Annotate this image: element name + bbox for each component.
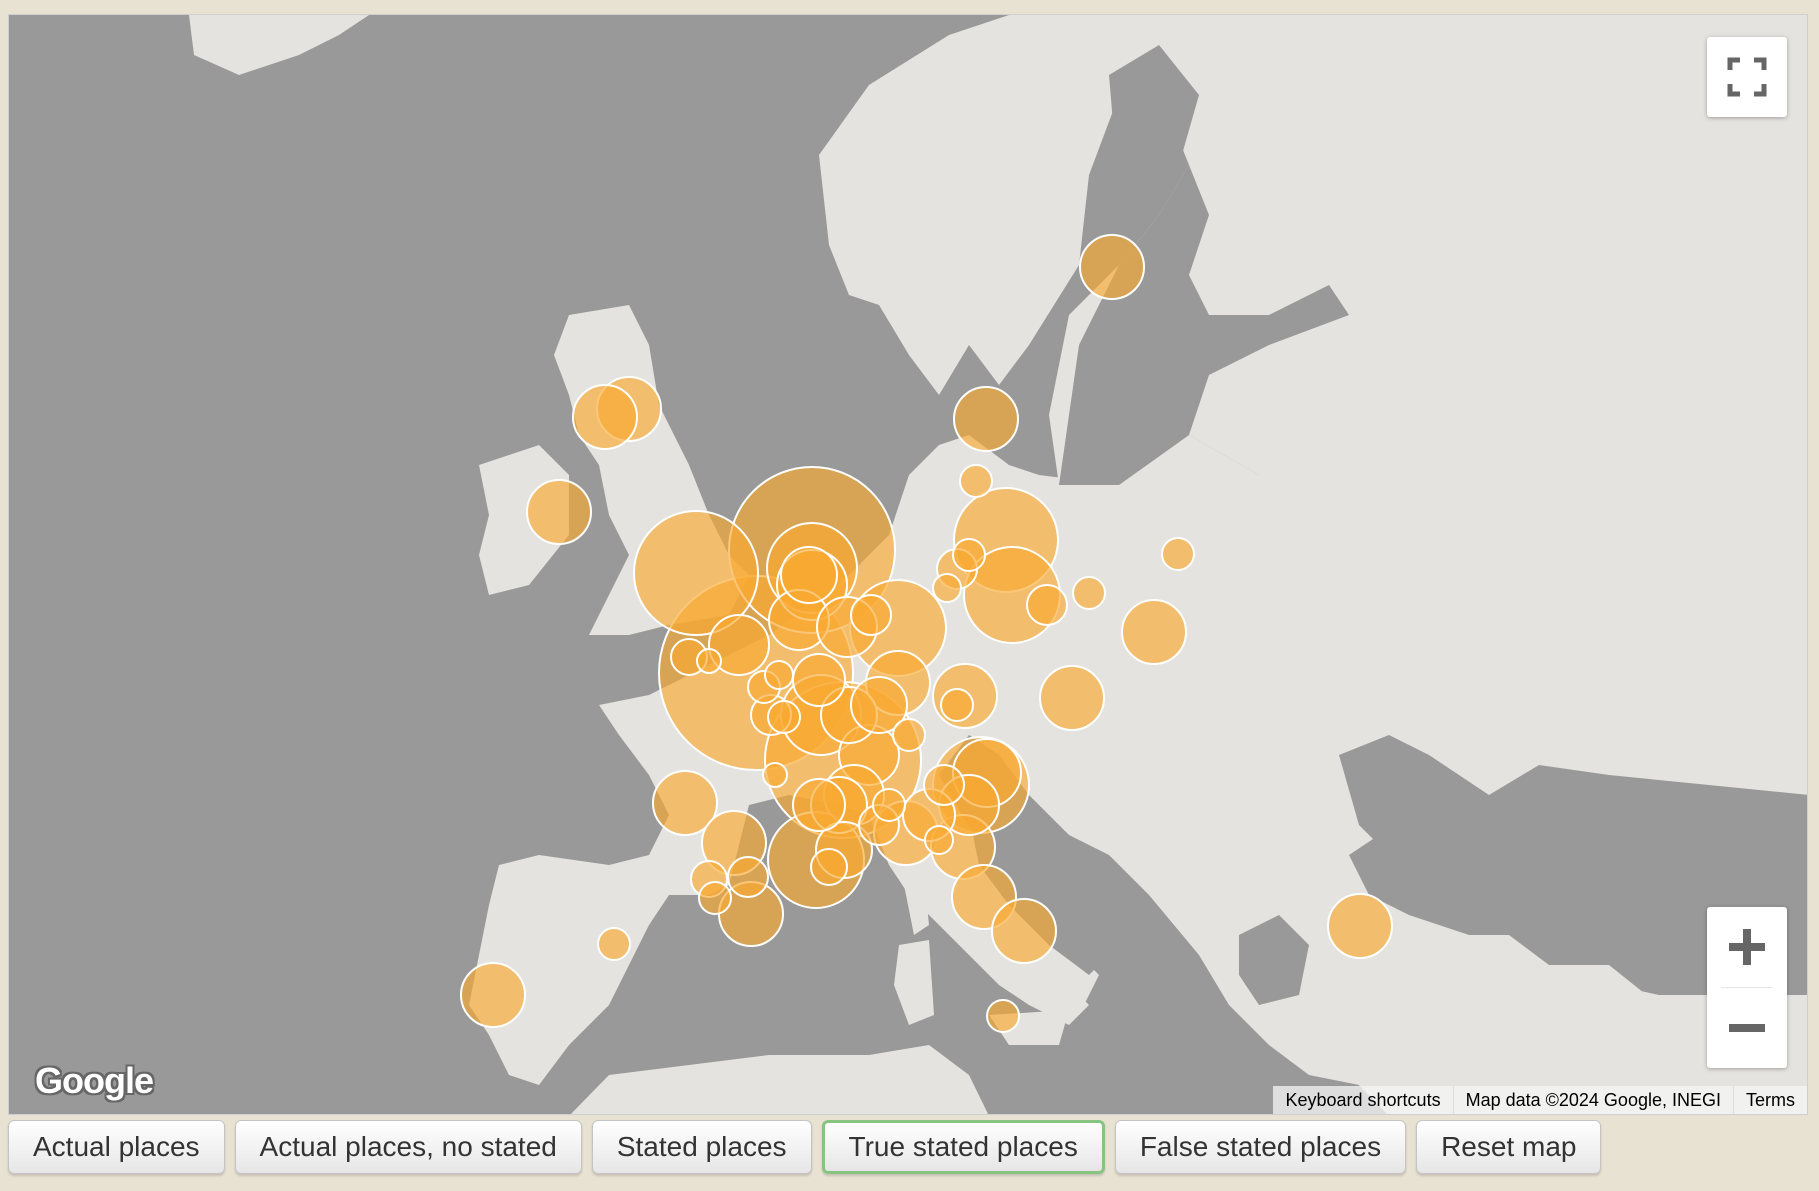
map-marker-warsaw[interactable] [1072, 576, 1106, 610]
map-marker-stockholm[interactable] [1079, 234, 1145, 300]
actual-places-no-stated-button[interactable]: Actual places, no stated [234, 1120, 582, 1174]
map-marker-copenhagen[interactable] [953, 386, 1019, 452]
google-logo[interactable]: Google [35, 1060, 154, 1102]
plus-icon [1729, 929, 1765, 965]
map-marker-lisbon[interactable] [460, 962, 526, 1028]
terms-link[interactable]: Terms [1733, 1086, 1807, 1114]
map-marker[interactable] [810, 848, 848, 886]
map-data-text: Map data ©2024 Google, INEGI [1452, 1086, 1733, 1114]
filter-button-bar: Actual places Actual places, no stated S… [8, 1120, 1602, 1174]
map-marker-vilnius[interactable] [1161, 537, 1195, 571]
map-marker[interactable] [767, 700, 801, 734]
map-canvas[interactable]: Google Keyboard shortcuts Map data ©2024… [8, 14, 1808, 1115]
true-stated-places-button[interactable]: True stated places [821, 1120, 1105, 1174]
fullscreen-icon [1727, 57, 1767, 97]
map-marker-palermo[interactable] [986, 999, 1020, 1033]
zoom-in-button[interactable] [1707, 907, 1787, 987]
map-marker[interactable] [872, 788, 906, 822]
stated-places-button[interactable]: Stated places [591, 1120, 812, 1174]
actual-places-button[interactable]: Actual places [8, 1120, 225, 1174]
reset-map-button[interactable]: Reset map [1416, 1120, 1602, 1174]
map-marker-krakow[interactable] [1039, 665, 1105, 731]
minus-icon [1729, 1024, 1765, 1032]
map-marker[interactable] [698, 881, 732, 915]
map-marker[interactable] [923, 764, 965, 806]
map-marker[interactable] [850, 594, 892, 636]
map-marker[interactable] [932, 573, 962, 603]
map-marker[interactable] [792, 778, 846, 832]
map-marker-madrid[interactable] [597, 927, 631, 961]
map-marker-minsk[interactable] [1121, 599, 1187, 665]
map-marker[interactable] [952, 538, 986, 572]
map-marker[interactable] [892, 718, 926, 752]
false-stated-places-button[interactable]: False stated places [1114, 1120, 1407, 1174]
map-marker[interactable] [780, 546, 838, 604]
map-marker-rostock[interactable] [959, 464, 993, 498]
map-marker[interactable] [764, 660, 794, 690]
keyboard-shortcuts-link[interactable]: Keyboard shortcuts [1273, 1086, 1452, 1114]
map-marker[interactable] [1026, 584, 1068, 626]
map-marker[interactable] [792, 653, 846, 707]
map-marker[interactable] [762, 762, 788, 788]
zoom-control [1707, 907, 1787, 1068]
zoom-out-button[interactable] [1707, 988, 1787, 1068]
fullscreen-button[interactable] [1707, 37, 1787, 117]
map-marker-naples[interactable] [991, 898, 1057, 964]
map-marker[interactable] [924, 825, 954, 855]
map-marker[interactable] [727, 856, 769, 898]
map-marker-istanbul[interactable] [1327, 893, 1393, 959]
map-attribution: Keyboard shortcuts Map data ©2024 Google… [1273, 1086, 1807, 1114]
marker-layer [460, 234, 1393, 1033]
map-marker-dublin[interactable] [526, 479, 592, 545]
map-marker[interactable] [696, 648, 722, 674]
map-marker[interactable] [940, 688, 974, 722]
map-marker-glasgow[interactable] [572, 384, 638, 450]
